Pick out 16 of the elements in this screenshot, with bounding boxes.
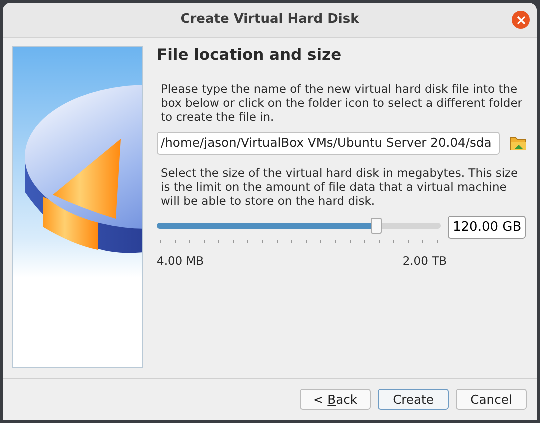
max-size-label: 2.00 TB (402, 254, 447, 268)
slider-handle[interactable] (370, 218, 382, 234)
size-field[interactable]: 120.00 GB (448, 216, 526, 239)
min-size-label: 4.00 MB (157, 254, 204, 268)
close-icon (516, 16, 526, 24)
window-title: Create Virtual Hard Disk (180, 11, 360, 30)
size-instructions: Select the size of the virtual hard disk in megabytes. This size is the limit on the amount of file data that a virtual machine will be able to store on the hard disk. (161, 166, 520, 208)
dialog-button[interactable]: Cancel (456, 389, 527, 410)
location-instructions: Please type the name of the new virtual hard disk file into the box below or click on the folder icon to select a different folder to create the file in. (161, 82, 524, 124)
file-location-field[interactable]: /home/jason/VirtualBox VMs/Ubuntu Server 20.04/sda (157, 132, 500, 155)
folder-icon[interactable] (510, 135, 527, 152)
dialog-button[interactable]: < Back (300, 389, 371, 410)
create-button[interactable]: Create (378, 389, 449, 410)
page-heading: File location and size (157, 46, 343, 65)
close-button[interactable] (512, 11, 530, 29)
size-slider[interactable] (157, 218, 441, 234)
